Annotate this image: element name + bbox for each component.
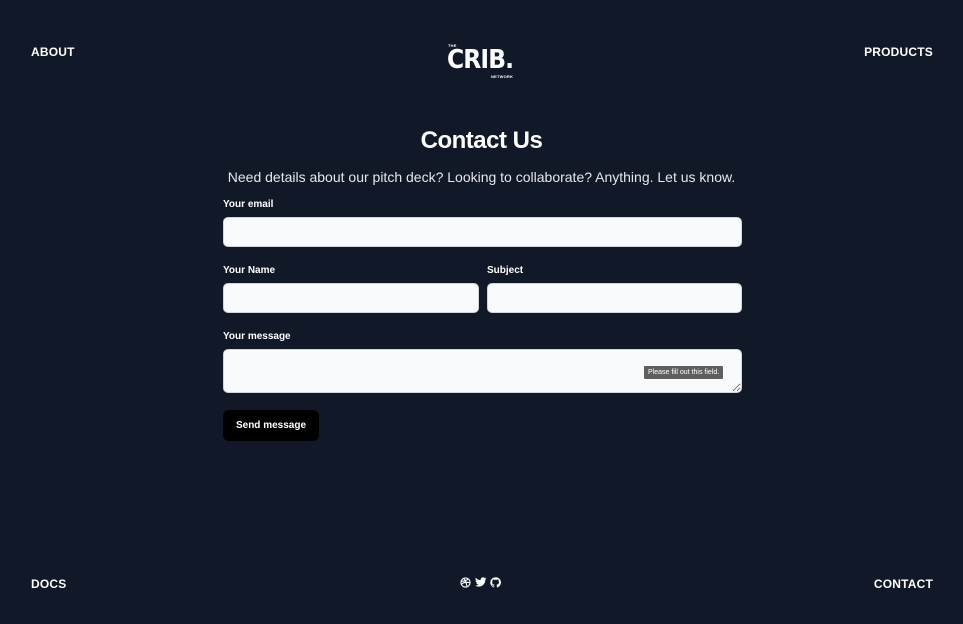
validation-tooltip: Please fill out this field.: [644, 366, 724, 379]
footer-contact-link[interactable]: CONTACT: [874, 577, 933, 591]
subject-label: Subject: [487, 265, 524, 276]
page-subtitle: Need details about our pitch deck? Looki…: [227, 169, 736, 185]
message-label: Your message: [223, 331, 291, 342]
email-label: Your email: [223, 199, 274, 210]
subject-field[interactable]: [487, 283, 742, 313]
dribbble-icon[interactable]: [460, 575, 471, 588]
nav-about-link[interactable]: ABOUT: [31, 45, 75, 59]
page-title: Contact Us: [420, 127, 543, 154]
email-field[interactable]: [223, 217, 742, 247]
nav-products-link[interactable]: PRODUCTS: [864, 45, 933, 59]
logo-bottom-text: NETWORK: [491, 74, 514, 79]
name-field[interactable]: [223, 283, 479, 313]
page: ABOUT THE CRIB. NETWORK PRODUCTS Contact…: [0, 0, 963, 624]
footer-docs-link[interactable]: DOCS: [31, 577, 66, 591]
github-icon[interactable]: [490, 575, 501, 588]
logo-main-text: CRIB.: [447, 45, 514, 75]
twitter-icon[interactable]: [475, 575, 487, 587]
social-links: [460, 575, 501, 588]
logo[interactable]: THE CRIB. NETWORK: [446, 43, 518, 81]
send-message-button[interactable]: Send message: [223, 410, 319, 441]
name-label: Your Name: [223, 265, 276, 276]
